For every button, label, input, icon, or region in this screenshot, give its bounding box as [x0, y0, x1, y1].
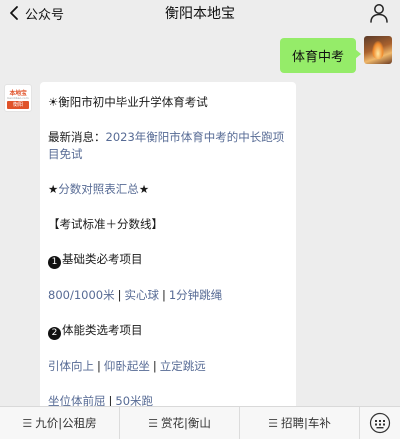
separator: | [161, 288, 166, 302]
my-message-bubble: 体育中考 [279, 38, 362, 73]
score-table-line: ★分数对照表汇总★ [48, 181, 288, 198]
bottom-menu: ☰ 九价|公租房 ☰ 赏花|衡山 ☰ 招聘|车补 [0, 406, 400, 439]
section2-title: 体能类选考项目 [62, 323, 143, 337]
section1-links: 800/1000米 | 实心球 | 1分钟跳绳 [48, 287, 288, 304]
top-bar: 公众号 衡阳本地宝 [0, 0, 400, 26]
menu-item-2[interactable]: ☰ 赏花|衡山 [120, 407, 240, 439]
reply-bubble: ☀衡阳市初中毕业升学体育考试 最新消息：2023年衡阳市体育中考的中长跑项目免试… [40, 82, 296, 412]
menu-item-label: 九价|公租房 [35, 416, 97, 430]
score-table-link[interactable]: 分数对照表汇总 [58, 182, 139, 196]
menu-icon: ☰ [148, 416, 158, 430]
back-button[interactable]: 公众号 [8, 3, 64, 23]
news-line: 最新消息：2023年衡阳市体育中考的中长跑项目免试 [48, 129, 288, 163]
menu-icon: ☰ [22, 416, 33, 430]
separator: | [152, 359, 157, 373]
separator: | [117, 288, 122, 302]
person-icon [370, 4, 388, 23]
star-left: ★ [48, 182, 59, 196]
link-sit-up[interactable]: 仰卧起坐 [104, 359, 150, 373]
section1-title: 基础类必考项目 [62, 252, 143, 266]
menu-item-label: 招聘|车补 [281, 416, 331, 430]
keyboard-button[interactable] [360, 407, 400, 439]
section2-heading: 2 体能类选考项目 [48, 322, 288, 340]
news-prefix: 最新消息： [48, 130, 106, 144]
reply-heading: ☀衡阳市初中毕业升学体育考试 [48, 95, 208, 109]
chevron-left-icon [10, 6, 18, 20]
star-right: ★ [138, 182, 150, 196]
section2-links-row1: 引体向上 | 仰卧起坐 | 立定跳远 [48, 358, 288, 375]
menu-icon: ☰ [268, 416, 278, 430]
number-2-icon: 2 [48, 327, 61, 340]
avatar-city-badge: 衡阳 [7, 101, 29, 109]
account-avatar[interactable]: 本地宝 bendibao.com 衡阳 [4, 84, 32, 112]
avatar-logo-sub: bendibao.com [7, 96, 29, 100]
link-jump-rope[interactable]: 1分钟跳绳 [169, 288, 222, 302]
my-message: 体育中考 [279, 36, 392, 73]
chat-area[interactable]: 体育中考 本地宝 bendibao.com 衡阳 ☀衡阳市初中毕业升学体育考试 … [0, 26, 400, 412]
flame-icon [372, 41, 384, 59]
link-800-1000m[interactable]: 800/1000米 [48, 288, 115, 302]
keyboard-icon [369, 412, 391, 434]
section1-heading: 1 基础类必考项目 [48, 251, 288, 269]
profile-button[interactable] [368, 2, 390, 24]
menu-item-label: 赏花|衡山 [161, 416, 211, 430]
back-label: 公众号 [25, 7, 65, 23]
link-standing-long-jump[interactable]: 立定跳远 [160, 359, 206, 373]
menu-item-3[interactable]: ☰ 招聘|车补 [240, 407, 360, 439]
link-medicine-ball[interactable]: 实心球 [124, 288, 159, 302]
section-title: 【考试标准＋分数线】 [48, 217, 163, 231]
link-pull-up[interactable]: 引体向上 [48, 359, 94, 373]
my-avatar[interactable] [364, 36, 392, 64]
menu-item-1[interactable]: ☰ 九价|公租房 [0, 407, 120, 439]
separator: | [97, 359, 101, 373]
number-1-icon: 1 [48, 256, 61, 269]
